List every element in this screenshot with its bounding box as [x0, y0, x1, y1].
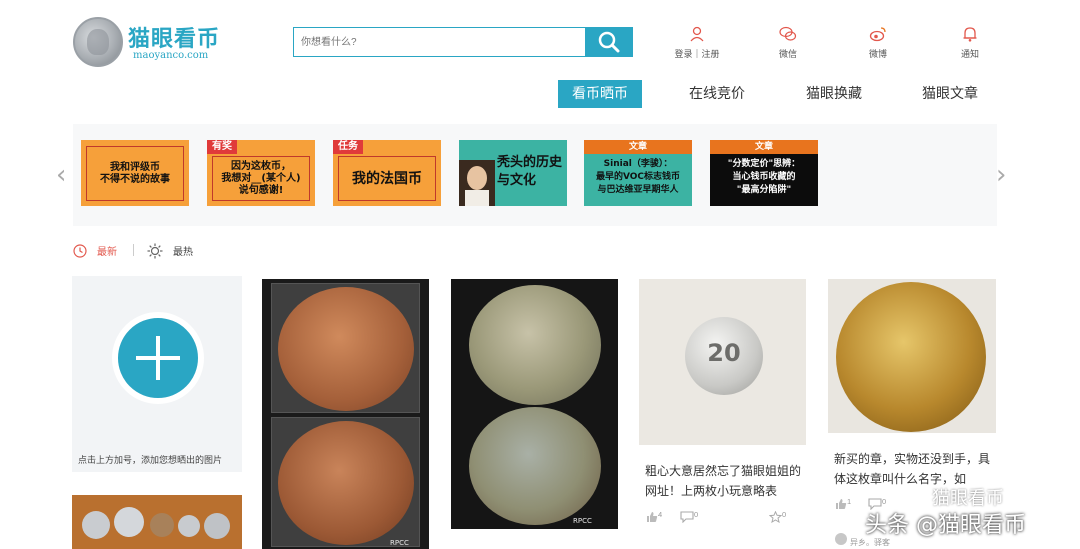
topic-card[interactable]: 有奖 因为这枚币， 我想对__(某个人) 说句感谢!: [207, 140, 315, 206]
wechat-icon: [779, 26, 797, 41]
sort-hottest-label: 最热: [173, 247, 193, 258]
nav-online-bidding[interactable]: 在线竞价: [679, 80, 755, 108]
search-icon: [598, 31, 620, 53]
like-number: 4: [658, 510, 663, 519]
nav-coin-showcase[interactable]: 看币晒币: [558, 80, 642, 108]
topic-card[interactable]: 文章 Sinial（李骏）： 最早的VOC标志钱币 与巴达维亚早期华人: [584, 140, 692, 206]
sort-latest-label: 最新: [97, 247, 117, 258]
like-count[interactable]: 4: [646, 510, 662, 523]
post-photo[interactable]: 20: [639, 279, 806, 445]
article-tag: 文章: [710, 140, 818, 154]
login-register-label: 登录｜注册: [674, 49, 720, 59]
notification-link[interactable]: 通知: [945, 25, 995, 60]
post-caption[interactable]: 粗心大意居然忘了猫眼姐姐的网址！上两枚小玩意略表: [645, 461, 805, 501]
topic-card-text: 因为这枚币， 我想对__(某个人) 说句感谢!: [221, 160, 301, 196]
upload-card: 点击上方加号，添加您想晒出的图片: [72, 276, 242, 472]
like-count[interactable]: 1: [835, 497, 851, 510]
wechat-link[interactable]: 微信: [763, 25, 813, 60]
comment-icon: [680, 511, 694, 524]
topic-card-text: "分数定价"思辨： 当心钱币收藏的 "最高分陷阱": [727, 159, 801, 195]
topic-card[interactable]: 秃头的历史 与文化: [459, 140, 567, 206]
site-logo[interactable]: 猫眼看币 maoyanco.com: [73, 17, 223, 69]
logo-url: maoyanco.com: [133, 50, 209, 61]
sort-latest[interactable]: 最新: [73, 243, 133, 258]
search-input[interactable]: [294, 28, 585, 56]
topic-card[interactable]: 文章 "分数定价"思辨： 当心钱币收藏的 "最高分陷阱": [710, 140, 818, 206]
login-register-link[interactable]: 登录｜注册: [672, 25, 722, 60]
like-number: 1: [847, 497, 852, 506]
bell-icon: [963, 27, 977, 42]
topic-card[interactable]: 我和评级币 不得不说的故事: [81, 140, 189, 206]
avatar[interactable]: [835, 533, 847, 545]
banner-prev-arrow[interactable]: ‹: [56, 160, 66, 190]
comment-number: 0: [882, 497, 887, 506]
comment-count[interactable]: 0: [680, 510, 699, 524]
topic-card-text: 秃头的历史 与文化: [497, 155, 563, 188]
coin-box-photo[interactable]: [72, 495, 242, 549]
comment-number: 0: [694, 510, 699, 519]
thumbs-up-icon: [836, 499, 847, 509]
favorite-count[interactable]: 0: [768, 510, 787, 524]
weibo-link[interactable]: 微博: [853, 25, 903, 60]
sun-icon: [147, 243, 163, 259]
clock-icon: [73, 244, 87, 258]
post-photo[interactable]: RPCC: [451, 279, 618, 529]
add-image-button[interactable]: [112, 312, 204, 404]
rpcc-watermark: RPCC: [573, 517, 592, 525]
weibo-label: 微博: [868, 49, 887, 59]
topic-card-text: 我的法国币: [352, 170, 422, 187]
banner-next-arrow[interactable]: ›: [996, 160, 1006, 190]
star-icon: [768, 510, 783, 524]
logo-text: 猫眼看币: [128, 27, 221, 52]
award-tag: 有奖: [207, 140, 237, 154]
favorite-number: 0: [782, 510, 787, 519]
portrait-image: [459, 160, 495, 206]
post-photo[interactable]: RPCC: [262, 279, 429, 549]
nav-articles[interactable]: 猫眼文章: [912, 80, 988, 108]
topic-card[interactable]: 任务 我的法国币: [333, 140, 441, 206]
topic-card-text: Sinial（李骏）： 最早的VOC标志钱币 与巴达维亚早期华人: [595, 159, 681, 195]
search-bar: [293, 27, 633, 57]
notification-label: 通知: [960, 49, 979, 59]
divider: [133, 244, 134, 256]
nav-exchange[interactable]: 猫眼换藏: [796, 80, 872, 108]
sort-hottest[interactable]: 最热: [147, 243, 207, 259]
user-icon: [690, 26, 704, 42]
post-caption[interactable]: 新买的章，实物还没到手，具体这枚章叫什么名字，如: [834, 449, 996, 489]
thumbs-up-icon: [647, 512, 658, 522]
coin-logo-icon: [73, 17, 123, 67]
rpcc-watermark: RPCC: [390, 539, 409, 547]
task-tag: 任务: [333, 140, 363, 154]
topic-card-text: 我和评级币 不得不说的故事: [100, 161, 170, 185]
watermark-bottom: 头条 @猫眼看币: [865, 513, 1026, 538]
upload-hint: 点击上方加号，添加您想晒出的图片: [78, 455, 223, 465]
search-button[interactable]: [585, 28, 632, 56]
post-photo[interactable]: [828, 279, 996, 433]
article-tag: 文章: [584, 140, 692, 154]
weibo-icon: [869, 27, 886, 42]
coin-denomination: 20: [707, 339, 741, 367]
wechat-label: 微信: [778, 49, 797, 59]
